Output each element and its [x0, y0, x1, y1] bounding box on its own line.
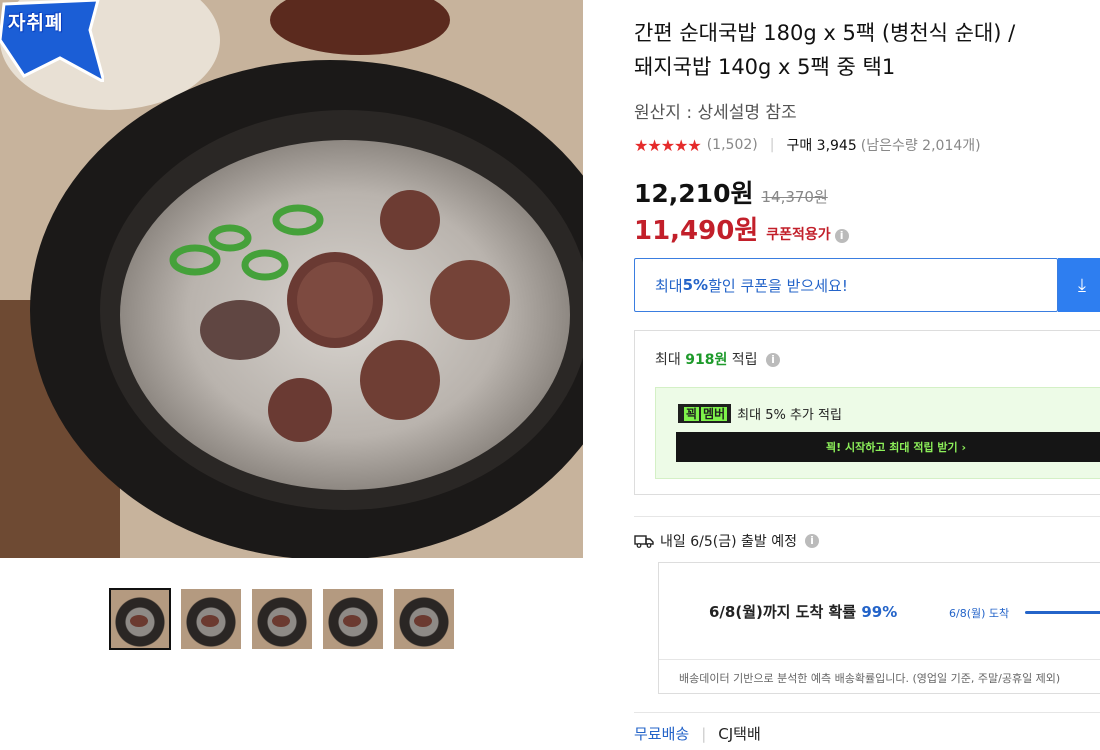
divider: |	[769, 137, 775, 153]
rating-stars-icon: ★★★★★	[634, 135, 702, 155]
coupon-prefix: 최대	[655, 276, 683, 295]
divider	[659, 659, 1100, 660]
thumbnail-strip	[109, 588, 454, 650]
thumbnail-1[interactable]	[109, 588, 171, 650]
review-count-link[interactable]: (1,502)	[707, 137, 758, 153]
coupon-price-row: 11,490원 쿠폰적용가 i	[634, 210, 849, 247]
product-origin: 원산지 : 상세설명 참조	[634, 103, 797, 123]
departure-text: 내일 6/5(금) 출발 예정	[660, 534, 797, 550]
arrival-probability: 6/8(월)까지 도착 확률 99%	[709, 601, 897, 622]
section-divider	[634, 516, 1100, 517]
membership-logo-mark: 꾁	[684, 407, 700, 421]
arrival-prefix: 6/8(월)까지 도착 확률	[709, 603, 862, 621]
price-row: 12,210원 14,370원	[634, 174, 828, 210]
departure-row: 내일 6/5(금) 출발 예정 i	[634, 531, 819, 551]
original-price: 14,370원	[761, 188, 828, 206]
sold-count: 구매 3,945	[786, 138, 857, 154]
thumbnail-3[interactable]	[252, 589, 312, 649]
thumbnail-4[interactable]	[323, 589, 383, 649]
sale-price: 12,210원	[634, 179, 754, 208]
section-divider	[634, 712, 1100, 713]
coupon-price: 11,490원	[634, 216, 759, 246]
thumbnail-food-icon	[130, 615, 148, 627]
download-icon: ⤓	[1078, 274, 1086, 296]
free-shipping-label: 무료배송	[634, 725, 690, 743]
courier-label: CJ택배	[718, 725, 761, 743]
arrival-marker: 6/8(월) 도착	[949, 607, 1010, 620]
info-icon[interactable]: i	[804, 534, 819, 548]
rating-row: ★★★★★ (1,502) | 구매 3,945 (남은수량 2,014개)	[634, 135, 981, 155]
reward-suffix: 적립	[727, 352, 758, 368]
thumbnail-food-icon	[201, 615, 219, 627]
reward-prefix: 최대	[655, 352, 686, 368]
coupon-price-label: 쿠폰적용가	[766, 227, 831, 243]
arrival-note: 배송데이터 기반으로 분석한 예측 배송확률입니다. (영업일 기준, 주말/공…	[679, 672, 1061, 685]
arrival-probability-bar	[1025, 611, 1100, 614]
thumbnail-2[interactable]	[181, 589, 241, 649]
thumbnail-food-icon	[414, 615, 432, 627]
membership-promo: 꾁 멤버 최대 5% 추가 적립 꾁! 시작하고 최대 적립 받기 ›	[655, 387, 1100, 479]
thumbnail-5[interactable]	[394, 589, 454, 649]
membership-logo: 꾁 멤버	[678, 404, 732, 423]
arrival-percent: 99%	[861, 603, 898, 621]
divider: |	[701, 724, 707, 743]
main-product-image: 자취폐	[0, 0, 583, 558]
reward-box: 최대 918원 적립 i 꾁 멤버 최대 5% 추가 적립 꾁! 시작하고 최대 …	[634, 330, 1100, 495]
membership-logo-tag: 멤버	[701, 407, 728, 421]
soup-illustration	[0, 0, 583, 558]
coupon-download-banner[interactable]: 최대 5% 할인 쿠폰을 받으세요!	[634, 258, 1058, 312]
membership-start-button[interactable]: 꾁! 시작하고 최대 적립 받기 ›	[676, 432, 1100, 462]
product-title: 간편 순대국밥 180g x 5팩 (병천식 순대) / 돼지국밥 140g x…	[634, 21, 1016, 79]
reward-amount: 918원	[685, 352, 728, 368]
info-icon[interactable]: i	[766, 353, 780, 367]
arrival-probability-box: 6/8(월)까지 도착 확률 99% 6/8(월) 도착 배송데이터 기반으로 …	[658, 562, 1100, 694]
truck-icon	[634, 535, 654, 548]
delivery-row: 무료배송 | CJ택배	[634, 723, 761, 744]
reward-title: 최대 918원 적립 i	[655, 349, 780, 369]
brand-badge: 자취폐	[0, 0, 104, 82]
coupon-percent: 5%	[682, 276, 709, 294]
thumbnail-food-icon	[272, 615, 290, 627]
thumbnail-food-icon	[343, 615, 361, 627]
remaining-count: (남은수량 2,014개)	[860, 138, 981, 154]
membership-text: 최대 5% 추가 적립	[737, 408, 842, 423]
membership-line: 꾁 멤버 최대 5% 추가 적립	[678, 404, 842, 423]
coupon-suffix: 할인 쿠폰을 받으세요!	[708, 276, 848, 295]
badge-text: 자취폐	[8, 13, 64, 34]
info-icon[interactable]: i	[834, 229, 849, 243]
coupon-download-button[interactable]: ⤓	[1058, 258, 1100, 312]
